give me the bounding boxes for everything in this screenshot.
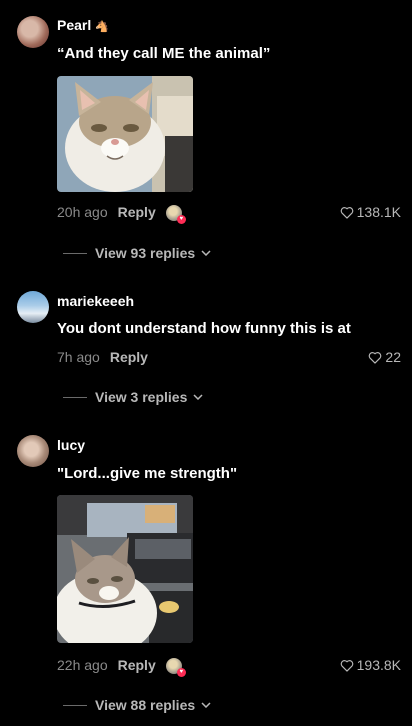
divider xyxy=(63,396,87,398)
username-label: lucy xyxy=(57,437,86,453)
view-replies-button[interactable]: View 3 replies xyxy=(63,389,203,405)
comment-username[interactable]: Pearl 🐴 xyxy=(57,17,109,33)
reply-button[interactable]: Reply xyxy=(118,204,156,220)
reply-button[interactable]: Reply xyxy=(110,349,148,365)
comment-text: "Lord...give me strength" xyxy=(57,465,238,482)
like-button[interactable]: 22 xyxy=(368,349,401,365)
divider xyxy=(63,704,87,706)
comment-photo[interactable] xyxy=(57,495,193,643)
chevron-down-icon xyxy=(201,702,211,708)
comment-photo[interactable] xyxy=(57,76,193,192)
horse-emoji-icon: 🐴 xyxy=(95,20,109,33)
creator-liked-icon: ♥ xyxy=(165,658,186,678)
heart-outline-icon xyxy=(340,659,353,672)
comment-text: You dont understand how funny this is at xyxy=(57,320,351,337)
avatar[interactable] xyxy=(17,16,49,48)
chevron-down-icon xyxy=(201,250,211,256)
comment-time: 7h ago xyxy=(57,349,100,365)
comment-meta: 22h ago Reply ♥ xyxy=(57,657,186,678)
username-label: mariekeeeh xyxy=(57,293,135,309)
divider xyxy=(63,252,87,254)
comment-time: 22h ago xyxy=(57,657,108,673)
view-replies-label: View 88 replies xyxy=(95,697,196,713)
chevron-down-icon xyxy=(193,394,203,400)
like-count: 193.8K xyxy=(356,657,401,673)
like-button[interactable]: 138.1K xyxy=(340,204,401,220)
comment-meta: 20h ago Reply ♥ xyxy=(57,204,186,225)
heart-icon: ♥ xyxy=(176,215,186,225)
like-count: 138.1K xyxy=(356,204,401,220)
like-count: 22 xyxy=(385,349,401,365)
creator-liked-icon: ♥ xyxy=(165,205,186,225)
username-label: Pearl xyxy=(57,17,92,33)
view-replies-label: View 3 replies xyxy=(95,389,188,405)
heart-icon: ♥ xyxy=(176,668,186,678)
heart-outline-icon xyxy=(340,206,353,219)
comment-username[interactable]: mariekeeeh xyxy=(57,293,134,309)
view-replies-button[interactable]: View 88 replies xyxy=(63,697,211,713)
avatar[interactable] xyxy=(17,435,49,467)
view-replies-label: View 93 replies xyxy=(95,245,196,261)
comment-meta: 7h ago Reply xyxy=(57,349,148,365)
comment-time: 20h ago xyxy=(57,204,108,220)
comment-username[interactable]: lucy xyxy=(57,437,85,453)
heart-outline-icon xyxy=(369,351,382,364)
like-button[interactable]: 193.8K xyxy=(340,657,401,673)
reply-button[interactable]: Reply xyxy=(118,657,156,673)
view-replies-button[interactable]: View 93 replies xyxy=(63,245,211,261)
comment-text: “And they call ME the animal” xyxy=(57,45,271,62)
avatar[interactable] xyxy=(17,291,49,323)
